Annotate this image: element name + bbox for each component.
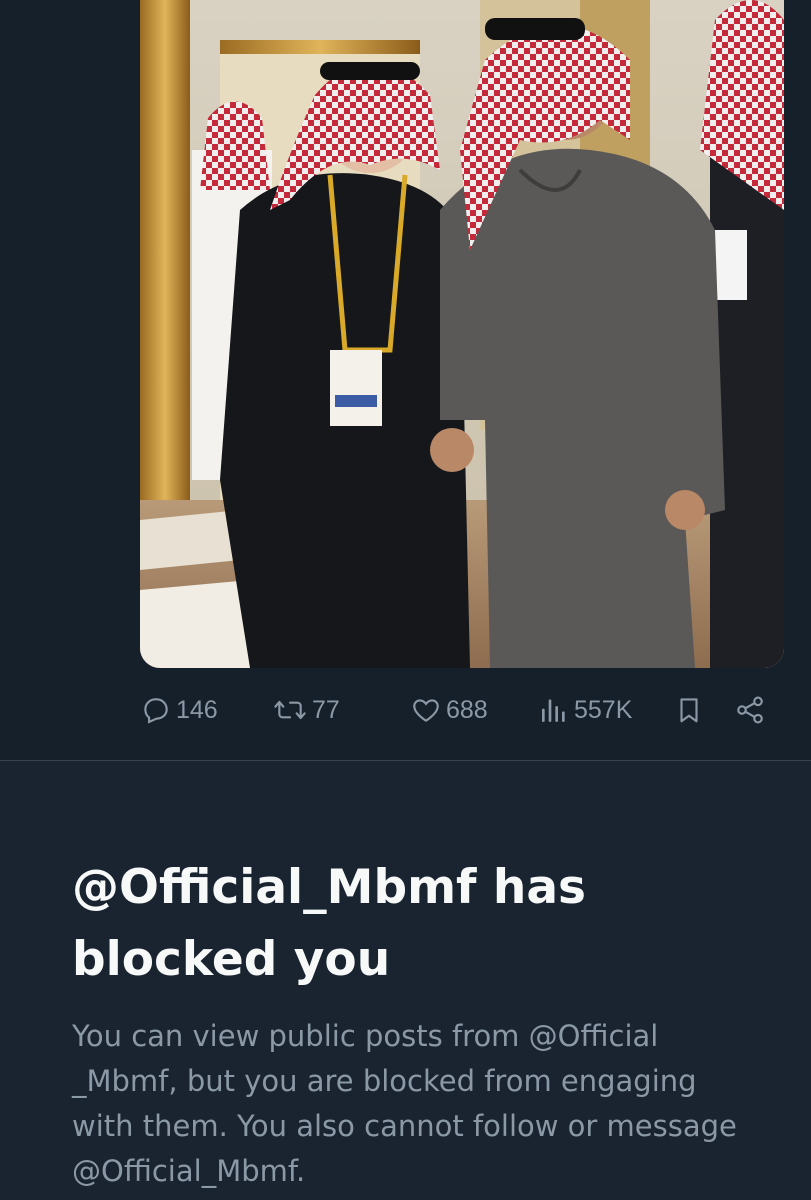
tweet-media-image[interactable] [140, 0, 784, 668]
reply-icon [144, 698, 168, 724]
views-button[interactable]: 557K [538, 694, 632, 726]
tweet-action-bar: 146 77 688 557K [140, 688, 780, 732]
like-button[interactable]: 688 [410, 694, 488, 726]
reply-button[interactable]: 146 [140, 694, 218, 726]
views-icon [542, 699, 565, 722]
app-page: 146 77 688 557K @Official_Mbmf has block… [0, 0, 811, 1200]
bookmark-button[interactable] [674, 694, 708, 726]
reply-count: 146 [176, 695, 218, 724]
blocked-title: @Official_Mbmf has blocked you [72, 860, 587, 987]
share-icon [737, 696, 763, 724]
repost-count: 77 [312, 695, 340, 724]
views-count: 557K [574, 695, 633, 724]
blocked-description: You can view public posts from @Official… [72, 1019, 737, 1188]
like-icon [413, 699, 439, 722]
share-button[interactable] [734, 694, 770, 726]
photo-illustration [140, 0, 784, 668]
bookmark-icon [680, 698, 698, 723]
repost-icon [274, 700, 306, 720]
like-count: 688 [446, 695, 488, 724]
repost-button[interactable]: 77 [272, 694, 340, 726]
